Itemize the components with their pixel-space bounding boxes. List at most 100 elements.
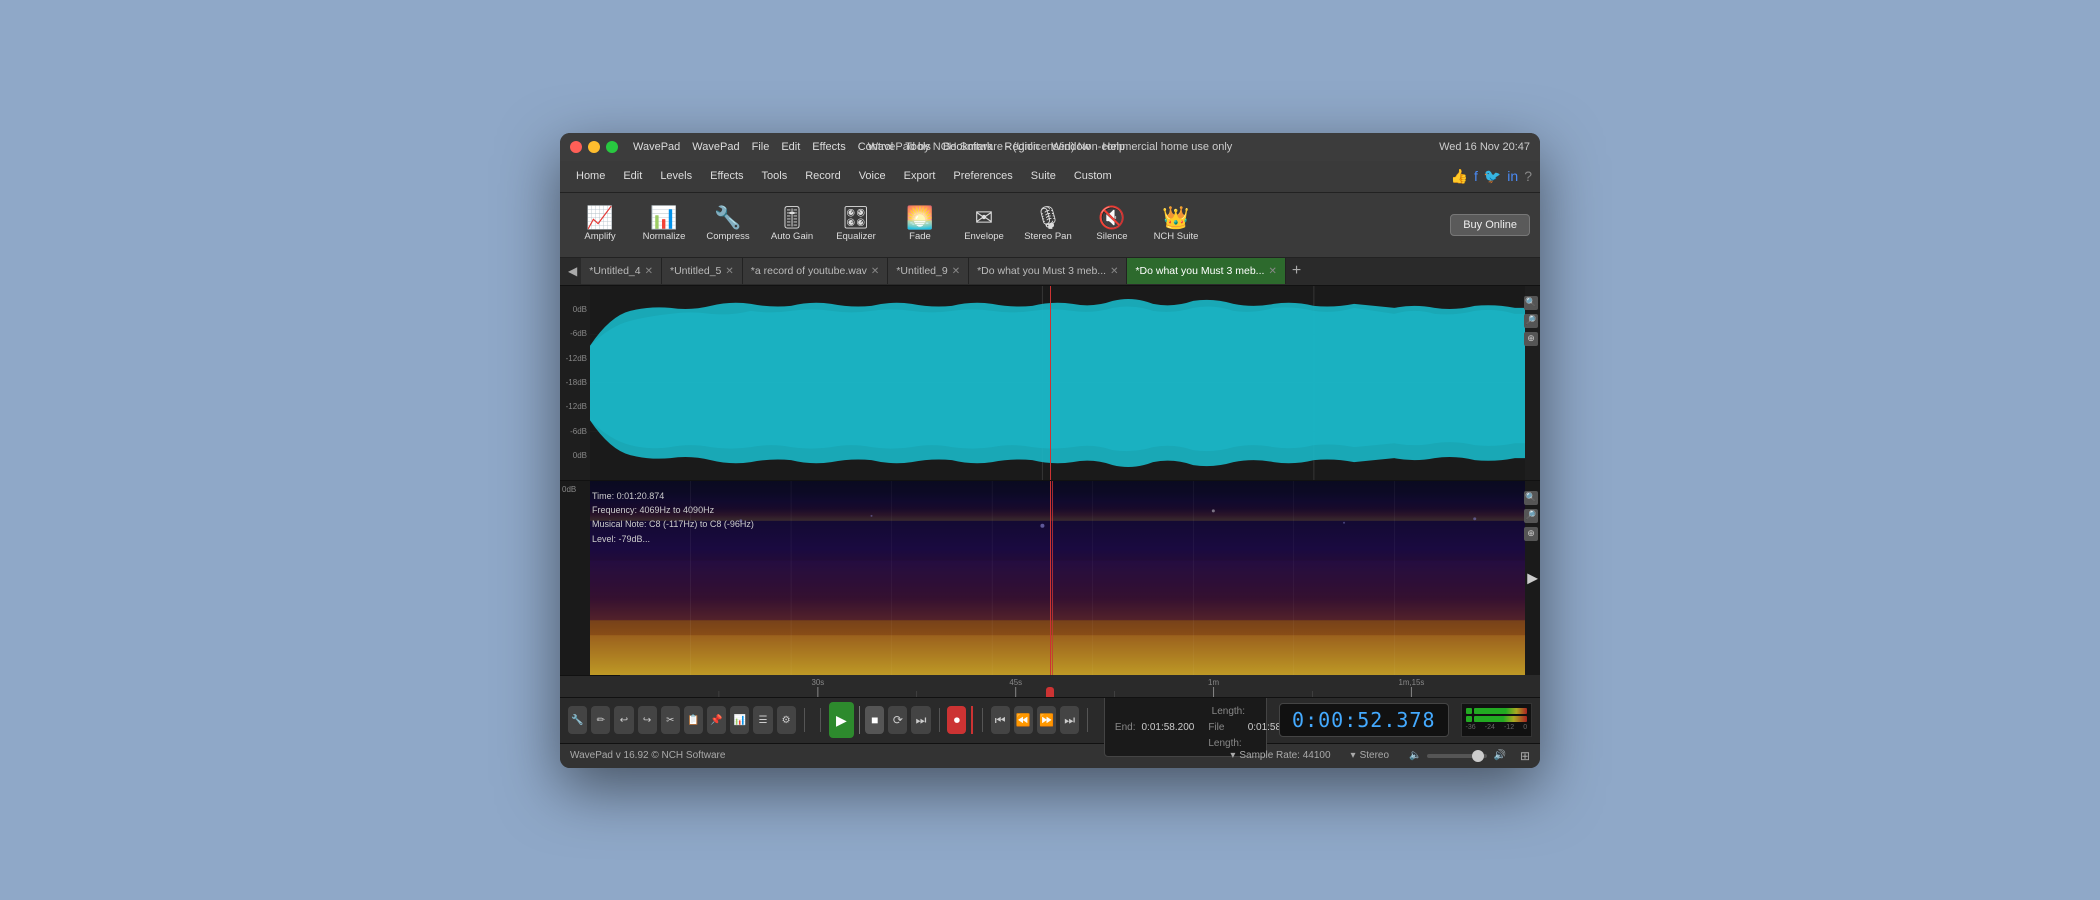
tab-close-3[interactable]: ✕ xyxy=(952,266,960,277)
wavepad-tool-8[interactable]: 📊 xyxy=(730,706,749,734)
status-channels[interactable]: ▾ Stereo xyxy=(1351,750,1390,761)
spectrogram-area[interactable]: 0dB Time: 0:01:20.874 Frequency: 4069Hz … xyxy=(560,481,1540,676)
nav-levels[interactable]: Levels xyxy=(652,168,700,184)
db-label-18db: -18dB xyxy=(560,378,590,387)
transport-row: 🔧 ✏ ↩ ↪ ✂ 📋 📌 📊 ☰ ⚙ ▶ ■ ⟳ ⏭ ⏺ ⏮ ⏪ ⏩ ⏭ xyxy=(560,698,1540,744)
nav-record[interactable]: Record xyxy=(797,168,848,184)
rec-dropdown[interactable] xyxy=(971,706,972,734)
wavepad-tool-1[interactable]: 🔧 xyxy=(568,706,587,734)
tab-close-5[interactable]: ✕ xyxy=(1268,266,1276,277)
envelope-button[interactable]: ✉ Envelope xyxy=(954,197,1014,252)
volume-control[interactable]: 🔈 🔊 ⊞ xyxy=(1409,749,1530,763)
equalizer-button[interactable]: 🎛 Equalizer xyxy=(826,197,886,252)
file-length-label: File Length: xyxy=(1208,720,1241,752)
vu-indicator-right xyxy=(1466,716,1472,722)
wavepad-tool-10[interactable]: ⚙ xyxy=(777,706,796,734)
tab-add-button[interactable]: + xyxy=(1286,262,1307,280)
close-button[interactable] xyxy=(570,141,582,153)
loop-button[interactable]: ⟳ xyxy=(888,706,907,734)
traffic-lights xyxy=(570,141,618,153)
fast-forward-button[interactable]: ⏩ xyxy=(1037,706,1056,734)
fast-backward-button[interactable]: ⏪ xyxy=(1014,706,1033,734)
tab-must3a[interactable]: *Do what you Must 3 meb... ✕ xyxy=(969,258,1127,284)
channels-value: Stereo xyxy=(1360,750,1389,761)
db-label-0db-bot: 0dB xyxy=(560,451,590,460)
skip-end-button[interactable]: ⏭ xyxy=(911,706,930,734)
record-button[interactable]: ⏺ xyxy=(947,706,966,734)
auto-gain-button[interactable]: 🎚 Auto Gain xyxy=(762,197,822,252)
normalize-label: Normalize xyxy=(643,231,686,242)
fade-label: Fade xyxy=(909,231,931,242)
help-circle[interactable]: ? xyxy=(1524,168,1532,185)
tab-untitled5[interactable]: *Untitled_5 ✕ xyxy=(662,258,743,284)
nav-effects[interactable]: Effects xyxy=(702,168,751,184)
tab-untitled4[interactable]: *Untitled_4 ✕ xyxy=(581,258,662,284)
buy-online-button[interactable]: Buy Online xyxy=(1450,214,1530,236)
status-version: WavePad v 16.92 © NCH Software xyxy=(570,750,1210,761)
play-button[interactable]: ▶ xyxy=(829,702,854,738)
spec-zoom-fit[interactable]: ⊕ xyxy=(1524,527,1538,541)
menu-apple[interactable]: WavePad xyxy=(633,141,680,153)
spec-zoom-in[interactable]: 🔍 xyxy=(1524,491,1538,505)
wavepad-tool-2[interactable]: ✏ xyxy=(591,706,610,734)
status-bar: WavePad v 16.92 © NCH Software ▾ Sample … xyxy=(560,744,1540,768)
menu-effects[interactable]: Effects xyxy=(812,141,845,153)
silence-button[interactable]: 🔇 Silence xyxy=(1082,197,1142,252)
nav-voice[interactable]: Voice xyxy=(851,168,894,184)
icon-toolbar: 📈 Amplify 📊 Normalize 🔧 Compress 🎚 Auto … xyxy=(560,193,1540,258)
fade-button[interactable]: 🌅 Fade xyxy=(890,197,950,252)
end-label: End: xyxy=(1115,720,1136,752)
menu-edit[interactable]: Edit xyxy=(781,141,800,153)
wavepad-tool-6[interactable]: 📋 xyxy=(684,706,703,734)
wavepad-tool-4[interactable]: ↪ xyxy=(638,706,657,734)
spec-zoom-out[interactable]: 🔎 xyxy=(1524,509,1538,523)
tab-close-4[interactable]: ✕ xyxy=(1110,266,1118,277)
nch-suite-button[interactable]: 👑 NCH Suite xyxy=(1146,197,1206,252)
zoom-fit-button[interactable]: ⊕ xyxy=(1524,332,1538,346)
nav-edit[interactable]: Edit xyxy=(615,168,650,184)
status-sample-rate[interactable]: ▾ Sample Rate: 44100 xyxy=(1230,750,1330,761)
waveform-svg xyxy=(590,286,1525,480)
waveform-area[interactable]: 0dB -6dB -12dB -18dB -12dB -6dB 0dB xyxy=(560,286,1540,481)
minimize-button[interactable] xyxy=(588,141,600,153)
skip-start-button[interactable]: ⏮ xyxy=(991,706,1010,734)
spec-scroll-right[interactable]: ▶ xyxy=(1527,569,1538,586)
amplify-button[interactable]: 📈 Amplify xyxy=(570,197,630,252)
nav-tools[interactable]: Tools xyxy=(754,168,796,184)
normalize-button[interactable]: 📊 Normalize xyxy=(634,197,694,252)
play-dropdown[interactable] xyxy=(859,706,860,734)
stereo-pan-button[interactable]: 🎙 Stereo Pan xyxy=(1018,197,1078,252)
dropdown-arrow-sample: ▾ xyxy=(1230,750,1235,761)
stereo-pan-icon: 🎙 xyxy=(1034,207,1062,229)
skip-end2-button[interactable]: ⏭ xyxy=(1060,706,1079,734)
wavepad-tool-3[interactable]: ↩ xyxy=(614,706,633,734)
menu-wavepad[interactable]: WavePad xyxy=(692,141,739,153)
menu-file[interactable]: File xyxy=(752,141,770,153)
tab-close-0[interactable]: ✕ xyxy=(645,266,653,277)
tab-close-1[interactable]: ✕ xyxy=(725,266,733,277)
zoom-in-button[interactable]: 🔍 xyxy=(1524,296,1538,310)
mute-icon[interactable]: 🔈 xyxy=(1409,750,1421,761)
maximize-button[interactable] xyxy=(606,141,618,153)
grid-icon[interactable]: ⊞ xyxy=(1520,749,1530,763)
nav-export[interactable]: Export xyxy=(896,168,944,184)
nav-custom[interactable]: Custom xyxy=(1066,168,1120,184)
tab-untitled9[interactable]: *Untitled_9 ✕ xyxy=(888,258,969,284)
tab-must3b[interactable]: *Do what you Must 3 meb... ✕ xyxy=(1127,258,1285,284)
compress-button[interactable]: 🔧 Compress xyxy=(698,197,758,252)
title-bar: WavePad WavePad File Edit Effects Contro… xyxy=(560,133,1540,161)
wavepad-tool-9[interactable]: ☰ xyxy=(753,706,772,734)
volume-slider[interactable] xyxy=(1427,754,1487,758)
vu-bar-right xyxy=(1474,716,1528,722)
tab-close-2[interactable]: ✕ xyxy=(871,266,879,277)
tab-scroll-left[interactable]: ◀ xyxy=(564,264,581,278)
stop-button[interactable]: ■ xyxy=(865,706,884,734)
nav-suite[interactable]: Suite xyxy=(1023,168,1064,184)
nav-home[interactable]: Home xyxy=(568,168,613,184)
nav-preferences[interactable]: Preferences xyxy=(945,168,1020,184)
wavepad-tool-5[interactable]: ✂ xyxy=(661,706,680,734)
tab-youtube[interactable]: *a record of youtube.wav ✕ xyxy=(743,258,889,284)
zoom-out-button[interactable]: 🔎 xyxy=(1524,314,1538,328)
auto-gain-label: Auto Gain xyxy=(771,231,813,242)
wavepad-tool-7[interactable]: 📌 xyxy=(707,706,726,734)
